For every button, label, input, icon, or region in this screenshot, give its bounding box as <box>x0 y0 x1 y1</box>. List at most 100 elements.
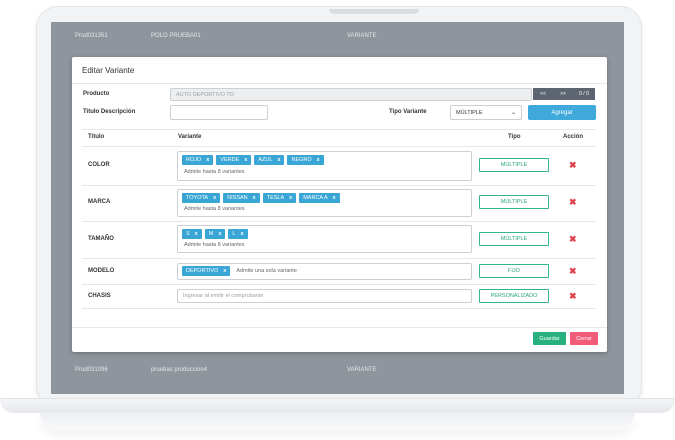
laptop-base <box>0 396 675 440</box>
variant-tag-input[interactable]: ROJO x VERDE x AZUL x NEGRO x Admite hasta 8… <box>177 151 472 181</box>
tag-label: DEPORTIVO <box>186 268 219 274</box>
tipo-button[interactable]: PERSONALIZADO <box>479 289 549 303</box>
producto-field: AUTO DEPORTIVO TO <box>170 88 532 101</box>
variant-tag-input[interactable]: TOYOTA x NISSAN x TESLA x MARCA A x Admite h… <box>177 189 472 217</box>
remove-tag-icon[interactable]: x <box>213 195 216 201</box>
laptop-base-bottom <box>40 412 635 430</box>
remove-tag-icon[interactable]: x <box>244 157 247 163</box>
delete-icon[interactable]: ✖ <box>569 291 577 302</box>
table-divider <box>82 185 596 186</box>
variant-tag-input[interactable]: DEPORTIVO x Admite una sola variante <box>177 263 472 280</box>
remove-tag-icon[interactable]: x <box>223 268 226 274</box>
variant-tag: VERDE x <box>216 155 252 165</box>
background-row: Prod031096 pruebas produccion4 VARIANTE <box>51 358 624 382</box>
laptop-notch <box>329 9 419 14</box>
remove-tag-icon[interactable]: x <box>218 231 221 237</box>
delete-icon[interactable]: ✖ <box>569 266 577 277</box>
row-title: TAMAÑO <box>88 236 114 242</box>
tag-label: TOYOTA <box>186 195 209 201</box>
laptop-base-top <box>0 398 675 413</box>
chevron-down-icon: ⌄ <box>510 110 516 116</box>
cerrar-button[interactable]: Cerrar <box>570 332 598 345</box>
row-title: CHASIS <box>88 293 111 299</box>
header-accion: Acción <box>563 134 584 140</box>
tag-list: TOYOTA x NISSAN x TESLA x MARCA A x <box>182 193 340 203</box>
tag-label: TESLA <box>266 195 285 201</box>
bg-code: Prod031096 <box>75 367 108 373</box>
remove-tag-icon[interactable]: x <box>195 231 198 237</box>
tag-label: NISSAN <box>227 195 248 201</box>
table-divider <box>82 284 596 285</box>
table-divider <box>82 221 596 222</box>
table-divider <box>82 258 596 259</box>
bg-name: POLO PRUEBA01 <box>151 33 201 39</box>
bg-type: VARIANTE <box>347 367 377 373</box>
tag-label: M <box>208 231 214 237</box>
header-tipo: Tipo <box>508 134 521 140</box>
bg-name: pruebas produccion4 <box>151 367 208 373</box>
tipo-variante-label: Tipo Variante <box>389 109 427 115</box>
chasis-placeholder: Ingresar al emitir el comprobante <box>183 293 264 299</box>
modal-footer-divider <box>72 327 607 328</box>
variant-hint: Admite una sola variante <box>236 268 297 274</box>
remove-tag-icon[interactable]: x <box>206 157 209 163</box>
delete-icon[interactable]: ✖ <box>569 160 577 171</box>
table-divider <box>82 308 596 309</box>
tipo-button[interactable]: MÚLTIPLE <box>479 195 549 209</box>
tag-label: VERDE <box>220 157 240 163</box>
remove-tag-icon[interactable]: x <box>317 157 320 163</box>
tag-list: Sx Mx Lx <box>182 229 248 239</box>
tag-label: ROJO <box>186 157 202 163</box>
table-divider <box>82 129 596 130</box>
bg-code: Prod031351 <box>75 33 108 39</box>
titulo-input[interactable] <box>170 105 268 120</box>
header-titulo: Titulo <box>88 134 105 140</box>
remove-tag-icon[interactable]: x <box>289 195 292 201</box>
tipo-variante-select[interactable]: MÚLTIPLE ⌄ <box>450 105 522 120</box>
row-title: MODELO <box>88 268 115 274</box>
guardar-button[interactable]: Guardar <box>533 332 566 345</box>
tipo-variante-value: MÚLTIPLE <box>456 109 483 116</box>
tag-list: ROJO x VERDE x AZUL x NEGRO x <box>182 155 324 165</box>
nav-next-button[interactable]: >> <box>553 88 573 100</box>
variant-tag: Sx <box>182 229 202 239</box>
table-divider <box>82 146 596 147</box>
producto-value: AUTO DEPORTIVO TO <box>176 91 234 98</box>
tag-label: MARCA A <box>303 195 328 201</box>
tipo-button[interactable]: MÚLTIPLE <box>479 232 549 246</box>
variant-tag-input[interactable]: Sx Mx Lx Admite hasta 8 variantes <box>177 225 472 253</box>
variant-tag: TOYOTA x <box>182 193 221 203</box>
tipo-button[interactable]: MÚLTIPLE <box>479 158 549 172</box>
variant-tag: NISSAN x <box>223 193 260 203</box>
delete-icon[interactable]: ✖ <box>569 234 577 245</box>
remove-tag-icon[interactable]: x <box>253 195 256 201</box>
delete-icon[interactable]: ✖ <box>569 197 577 208</box>
agregar-button[interactable]: Agregar <box>528 105 596 120</box>
variant-hint: Admite hasta 8 variantes <box>184 242 245 248</box>
variant-tag: AZUL x <box>254 155 285 165</box>
modal-header: Editar Variante <box>72 57 607 84</box>
chasis-input[interactable]: Ingresar al emitir el comprobante <box>177 289 472 303</box>
variant-tag: MARCA A x <box>299 193 340 203</box>
remove-tag-icon[interactable]: x <box>277 157 280 163</box>
variant-tag: TESLA x <box>262 193 297 203</box>
row-title: MARCA <box>88 199 111 205</box>
producto-label: Producto <box>83 91 110 97</box>
variant-hint: Admite hasta 8 variantes <box>184 169 245 175</box>
tipo-button[interactable]: FIJO <box>479 264 549 278</box>
variant-tag: ROJO x <box>182 155 214 165</box>
remove-tag-icon[interactable]: x <box>333 195 336 201</box>
variant-tag: Mx <box>204 229 226 239</box>
tag-label: S <box>186 231 190 237</box>
tag-list: DEPORTIVO x Admite una sola variante <box>182 266 297 276</box>
variant-tag: NEGRO x <box>287 155 324 165</box>
tag-label: NEGRO <box>291 157 312 163</box>
edit-variant-modal: Editar Variante Producto AUTO DEPORTIVO … <box>72 57 607 352</box>
remove-tag-icon[interactable]: x <box>240 231 243 237</box>
tag-label: L <box>232 231 236 237</box>
modal-title: Editar Variante <box>82 65 135 75</box>
nav-prev-button[interactable]: << <box>533 88 553 100</box>
variant-tag: DEPORTIVO x <box>182 266 231 276</box>
variant-tag: Lx <box>228 229 248 239</box>
background-row: Prod031351 POLO PRUEBA01 VARIANTE <box>51 24 624 48</box>
